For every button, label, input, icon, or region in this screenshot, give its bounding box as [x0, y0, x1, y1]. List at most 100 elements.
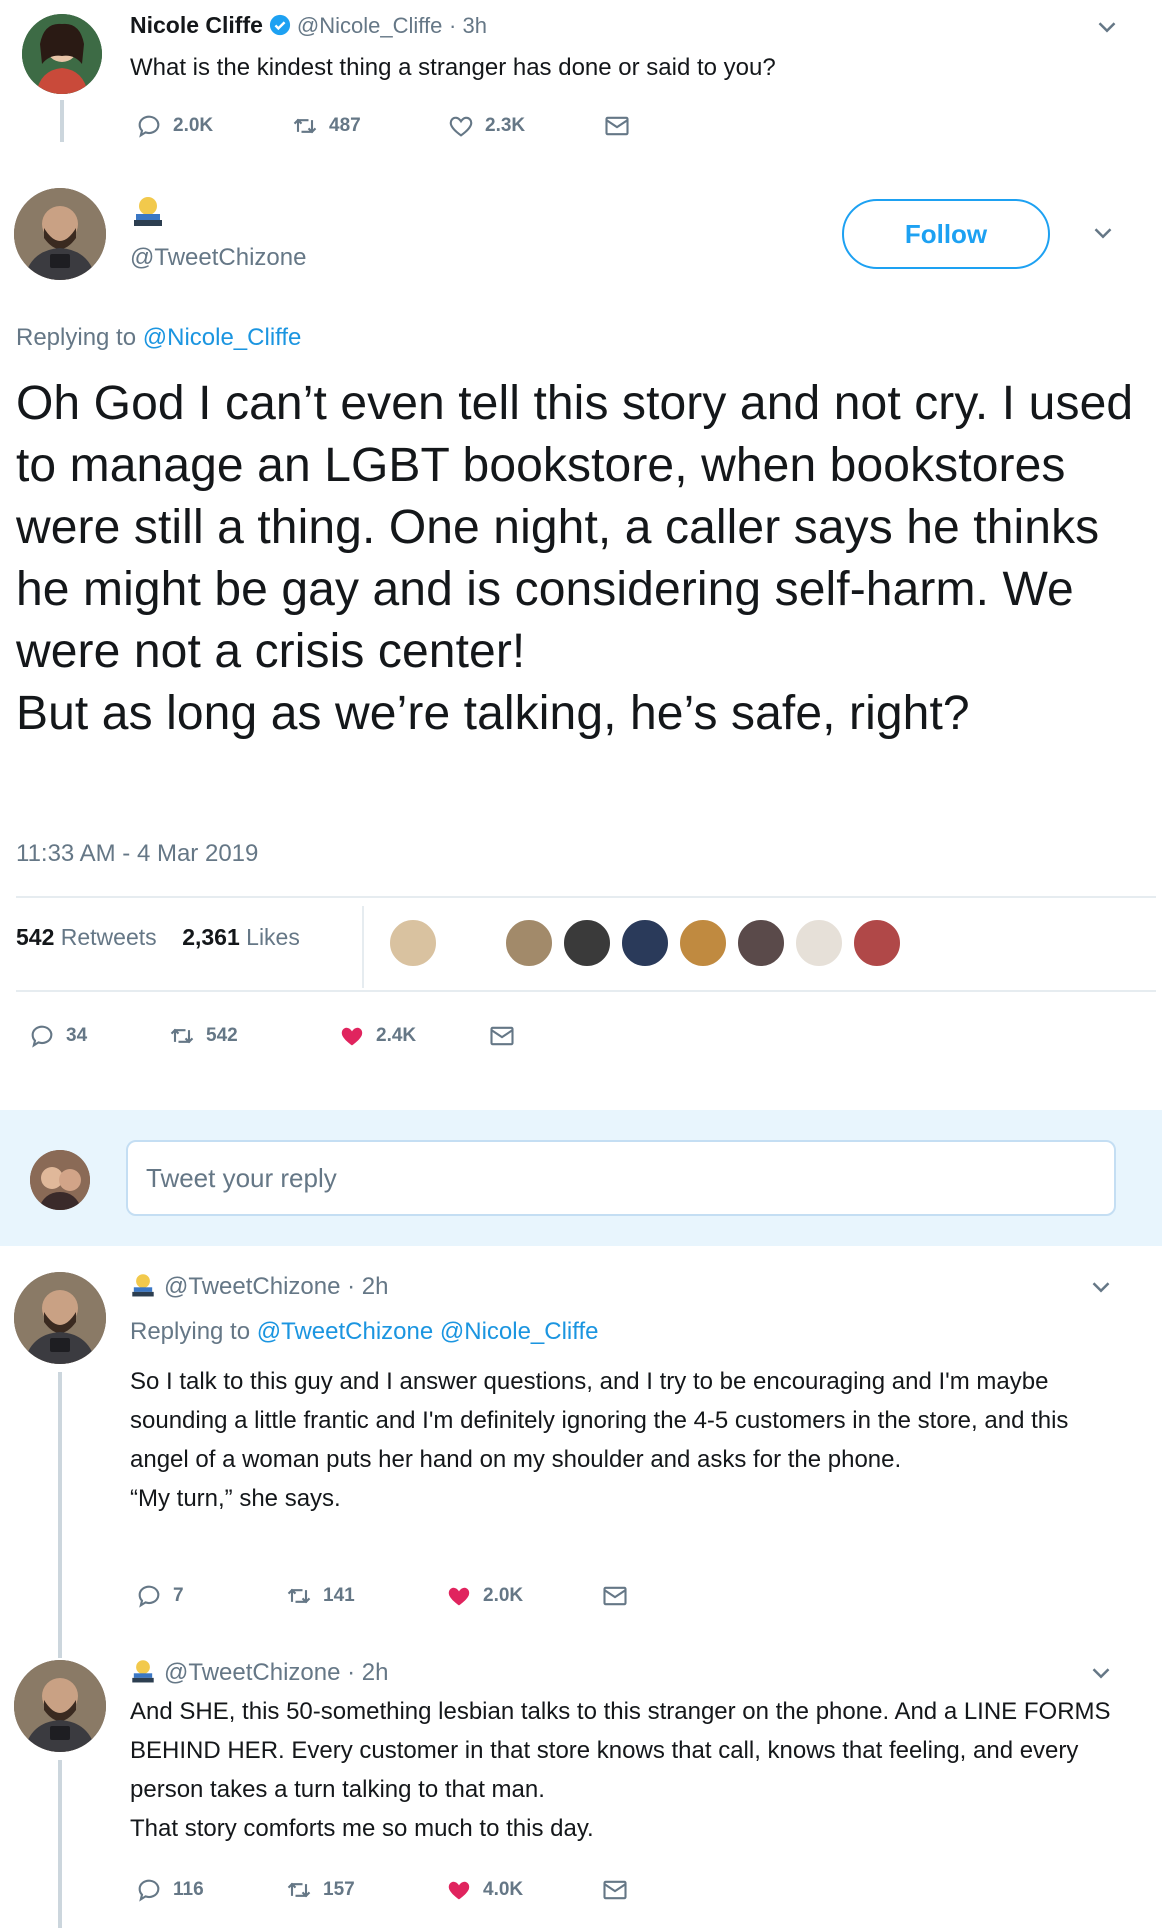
likes-stat-count: 2,361 — [182, 924, 240, 950]
replying-handle[interactable]: @Nicole_Cliffe — [143, 324, 302, 351]
retweet-button[interactable]: 487 — [291, 112, 447, 140]
tweet-actions: 2.0K 487 2.3K — [135, 112, 631, 140]
like-button[interactable]: 2.0K — [445, 1582, 601, 1610]
tweet-header: Nicole Cliffe @Nicole_Cliffe · 3h — [130, 12, 487, 40]
retweet-count: 141 — [323, 1585, 355, 1606]
chevron-down-icon[interactable] — [1092, 12, 1122, 42]
divider — [16, 990, 1156, 992]
tweet-header: @TweetChizone · 2h — [130, 1658, 388, 1687]
reply-count: 34 — [66, 1025, 88, 1046]
message-button[interactable] — [603, 112, 631, 140]
message-icon — [603, 1880, 627, 1900]
message-button[interactable] — [601, 1876, 629, 1904]
author-handle[interactable]: @TweetChizone — [130, 244, 306, 272]
author-handle[interactable]: @Nicole_Cliffe — [297, 13, 442, 38]
reply-icon — [138, 115, 160, 138]
tweet-header: @TweetChizone · 2h — [130, 1272, 388, 1301]
emoji-icon — [132, 1660, 154, 1683]
reply-count: 7 — [173, 1585, 184, 1606]
thread-line — [58, 1760, 62, 1928]
emoji-icon — [132, 1274, 154, 1297]
tweet-timestamp[interactable]: 11:33 AM - 4 Mar 2019 — [16, 840, 258, 868]
reply-icon — [138, 1585, 160, 1608]
reply-button[interactable]: 116 — [135, 1876, 285, 1904]
replying-to: Replying to @TweetChizone @Nicole_Cliffe — [130, 1318, 599, 1346]
liker-avatar[interactable] — [852, 918, 902, 968]
divider — [16, 896, 1156, 898]
avatar[interactable] — [14, 188, 106, 280]
like-count: 4.0K — [483, 1879, 524, 1900]
liker-avatar[interactable] — [562, 918, 612, 968]
reply-button[interactable]: 7 — [135, 1582, 285, 1610]
message-icon — [603, 1586, 627, 1606]
reply-count: 2.0K — [173, 115, 214, 136]
likes-stat[interactable]: 2,361 Likes — [182, 924, 300, 950]
likes-stat-label: Likes — [246, 924, 300, 950]
tweet-paragraph: So I talk to this guy and I answer quest… — [130, 1368, 1069, 1473]
liker-avatar[interactable] — [678, 918, 728, 968]
avatar[interactable] — [14, 1660, 106, 1752]
liker-avatar[interactable] — [388, 918, 438, 968]
emoji-icon — [132, 194, 164, 228]
tweet-time[interactable]: · 2h — [347, 1273, 388, 1300]
like-icon — [449, 116, 473, 137]
liker-avatar[interactable] — [504, 918, 554, 968]
like-button[interactable]: 2.3K — [447, 112, 603, 140]
reply-count: 116 — [173, 1879, 204, 1900]
author-handle[interactable]: @TweetChizone — [164, 1659, 340, 1686]
author-name[interactable]: Nicole Cliffe — [130, 12, 263, 38]
reply-icon — [138, 1879, 160, 1902]
tweet-time[interactable]: · 2h — [347, 1659, 388, 1686]
tweet-text: Oh God I can’t even tell this story and … — [16, 373, 1146, 745]
retweet-count: 157 — [323, 1879, 355, 1900]
tweet-paragraph: And SHE, this 50-something lesbian talks… — [130, 1698, 1111, 1803]
replying-handle[interactable]: @TweetChizone @Nicole_Cliffe — [257, 1318, 599, 1345]
retweets-stat-count: 542 — [16, 924, 55, 950]
liker-avatar[interactable] — [736, 918, 786, 968]
tweet-text: What is the kindest thing a stranger has… — [130, 54, 776, 81]
message-button[interactable] — [601, 1582, 629, 1610]
chevron-down-icon[interactable] — [1088, 218, 1118, 248]
like-icon — [341, 1027, 363, 1046]
retweet-button[interactable]: 542 — [168, 1022, 338, 1050]
liker-avatar[interactable] — [446, 918, 496, 968]
reply-input[interactable]: Tweet your reply — [126, 1140, 1116, 1216]
tweet-actions: 7 141 2.0K — [135, 1582, 629, 1610]
tweet-text: So I talk to this guy and I answer quest… — [130, 1362, 1130, 1518]
retweet-icon — [287, 1588, 311, 1604]
message-icon — [490, 1026, 514, 1046]
avatar[interactable] — [14, 1272, 106, 1364]
retweet-icon — [293, 118, 317, 134]
thread-line — [60, 100, 64, 142]
tweet-time[interactable]: · 3h — [449, 13, 487, 38]
retweet-button[interactable]: 157 — [285, 1876, 445, 1904]
chevron-down-icon[interactable] — [1086, 1658, 1116, 1688]
retweets-stat[interactable]: 542 Retweets — [16, 924, 157, 950]
message-icon — [605, 116, 629, 136]
retweet-icon — [170, 1028, 194, 1044]
replying-prefix: Replying to — [130, 1318, 251, 1345]
follow-button[interactable]: Follow — [842, 199, 1050, 269]
tweet-actions: 34 542 2.4K — [28, 1022, 516, 1050]
chevron-down-icon[interactable] — [1086, 1272, 1116, 1302]
retweet-button[interactable]: 141 — [285, 1582, 445, 1610]
verified-icon — [269, 14, 291, 36]
replying-to: Replying to @Nicole_Cliffe — [16, 324, 301, 352]
tweet-text: And SHE, this 50-something lesbian talks… — [130, 1692, 1130, 1848]
retweet-count: 542 — [206, 1025, 238, 1046]
author-handle[interactable]: @TweetChizone — [164, 1273, 340, 1300]
message-button[interactable] — [488, 1022, 516, 1050]
like-count: 2.3K — [485, 115, 526, 136]
tweet-paragraph: “My turn,” she says. — [130, 1485, 341, 1512]
tweet-paragraph: But as long as we’re talking, he’s safe,… — [16, 687, 970, 740]
liker-avatar[interactable] — [794, 918, 844, 968]
like-button[interactable]: 2.4K — [338, 1022, 488, 1050]
liker-avatar[interactable] — [620, 918, 670, 968]
retweets-stat-label: Retweets — [60, 924, 157, 950]
like-button[interactable]: 4.0K — [445, 1876, 601, 1904]
tweet-paragraph: That story comforts me so much to this d… — [130, 1815, 594, 1842]
replying-prefix: Replying to — [16, 324, 137, 351]
reply-button[interactable]: 34 — [28, 1022, 168, 1050]
avatar[interactable] — [22, 14, 102, 94]
reply-button[interactable]: 2.0K — [135, 112, 291, 140]
